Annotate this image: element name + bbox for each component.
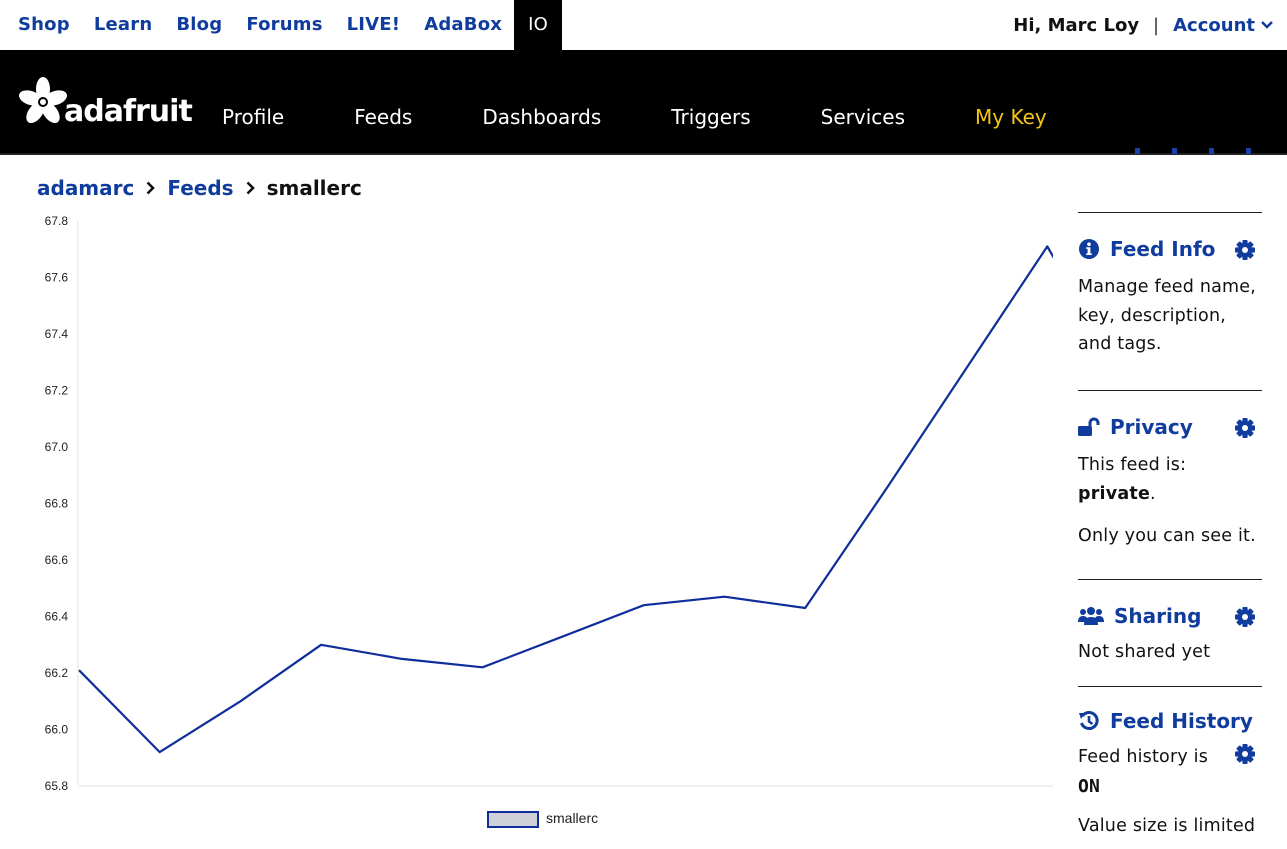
nav-item-profile[interactable]: Profile bbox=[222, 50, 284, 155]
series-line-smallerc bbox=[78, 245, 1053, 754]
top-link-adabox[interactable]: AdaBox bbox=[412, 0, 514, 50]
legend-label-smallerc: smallerc bbox=[546, 810, 598, 826]
breadcrumb-current: smallerc bbox=[266, 176, 362, 200]
privacy-status: private bbox=[1078, 483, 1151, 504]
user-area: Hi, Marc Loy | Account bbox=[1013, 0, 1273, 50]
feed-history-heading: Feed History bbox=[1078, 709, 1262, 733]
breadcrumb: adamarc Feeds smallerc bbox=[37, 176, 362, 200]
feed-history-line-1: Feed history is bbox=[1078, 747, 1209, 767]
feed-chart[interactable]: 67.8 67.6 67.4 67.2 67.0 66.8 66.6 66.4 66.2 66.0… bbox=[0, 205, 1060, 845]
feed-sidebar: Feed Info Manage feed name, key, descrip… bbox=[1078, 212, 1262, 846]
y-tick-label: 67.0 bbox=[45, 440, 69, 454]
privacy-line-2: Only you can see it. bbox=[1078, 526, 1256, 546]
privacy-gear-icon[interactable] bbox=[1234, 417, 1256, 439]
account-label: Account bbox=[1173, 14, 1255, 36]
feed-info-section: Feed Info Manage feed name, key, descrip… bbox=[1078, 212, 1262, 390]
sharing-gear-icon[interactable] bbox=[1234, 606, 1256, 628]
chevron-right-icon bbox=[146, 181, 156, 195]
nav-deco-mark bbox=[1172, 148, 1177, 154]
unlock-icon bbox=[1078, 416, 1100, 438]
nav-deco-mark bbox=[1209, 148, 1214, 154]
top-link-live[interactable]: LIVE! bbox=[335, 0, 413, 50]
y-tick-label: 67.8 bbox=[45, 214, 69, 228]
top-bar: Shop Learn Blog Forums LIVE! AdaBox IO H… bbox=[0, 0, 1287, 50]
chevron-down-icon bbox=[1261, 21, 1273, 29]
privacy-status-text: This feed is: private. bbox=[1078, 451, 1262, 508]
top-link-forums[interactable]: Forums bbox=[234, 0, 334, 50]
nav-item-dashboards[interactable]: Dashboards bbox=[482, 50, 601, 155]
feed-history-section: Feed History Feed history is ON Value si… bbox=[1078, 686, 1262, 846]
logo-text: adafruit bbox=[64, 94, 193, 129]
privacy-period: . bbox=[1150, 483, 1156, 504]
breadcrumb-user[interactable]: adamarc bbox=[37, 176, 134, 200]
nav-item-my-key[interactable]: My Key bbox=[975, 50, 1047, 155]
sharing-section: Sharing Not shared yet bbox=[1078, 579, 1262, 686]
feed-info-description: Manage feed name, key, description, and … bbox=[1078, 277, 1257, 354]
y-tick-label: 66.6 bbox=[45, 553, 69, 567]
feed-history-status: ON bbox=[1078, 775, 1101, 797]
history-icon bbox=[1078, 710, 1100, 732]
top-link-shop[interactable]: Shop bbox=[0, 0, 82, 50]
nav-items: Profile Feeds Dashboards Triggers Servic… bbox=[222, 50, 1117, 155]
sharing-description: Not shared yet bbox=[1078, 642, 1211, 662]
nav-decoration bbox=[1135, 148, 1251, 154]
privacy-title: Privacy bbox=[1110, 415, 1193, 439]
privacy-section: Privacy This feed is: private. Only you … bbox=[1078, 390, 1262, 579]
info-circle-icon bbox=[1078, 238, 1100, 260]
y-tick-label: 67.4 bbox=[45, 327, 69, 341]
nav-deco-mark bbox=[1135, 148, 1140, 154]
y-tick-label: 67.2 bbox=[45, 384, 69, 398]
legend-swatch-smallerc bbox=[487, 811, 539, 828]
y-tick-label: 66.2 bbox=[45, 666, 69, 680]
sharing-title: Sharing bbox=[1114, 604, 1202, 628]
nav-deco-mark bbox=[1246, 148, 1251, 154]
users-icon bbox=[1078, 605, 1104, 627]
main-nav: adafruit Profile Feeds Dashboards Trigge… bbox=[0, 50, 1287, 155]
feed-history-title: Feed History bbox=[1110, 709, 1253, 733]
flower-logo-icon bbox=[19, 76, 67, 123]
user-separator: | bbox=[1153, 14, 1160, 36]
feed-info-title: Feed Info bbox=[1110, 237, 1216, 261]
y-tick-label: 66.4 bbox=[45, 610, 69, 624]
top-link-learn[interactable]: Learn bbox=[82, 0, 165, 50]
account-menu-button[interactable]: Account bbox=[1173, 15, 1273, 36]
chevron-right-icon bbox=[246, 181, 255, 195]
y-tick-label: 65.8 bbox=[45, 779, 69, 793]
nav-item-triggers[interactable]: Triggers bbox=[671, 50, 750, 155]
privacy-line-1: This feed is: bbox=[1078, 455, 1187, 475]
feed-history-line-2: Value size is limited bbox=[1078, 815, 1256, 836]
top-links: Shop Learn Blog Forums LIVE! AdaBox IO bbox=[0, 0, 562, 50]
nav-item-services[interactable]: Services bbox=[821, 50, 905, 155]
top-link-io[interactable]: IO bbox=[514, 0, 562, 50]
nav-item-feeds[interactable]: Feeds bbox=[354, 50, 412, 155]
y-tick-label: 66.0 bbox=[45, 723, 69, 737]
y-tick-label: 67.6 bbox=[45, 271, 69, 285]
chart-svg: 67.8 67.6 67.4 67.2 67.0 66.8 66.6 66.4 66.2 66.0… bbox=[45, 214, 1053, 828]
adafruit-logo[interactable]: adafruit bbox=[18, 74, 193, 129]
breadcrumb-feeds[interactable]: Feeds bbox=[167, 176, 233, 200]
feed-history-gear-icon[interactable] bbox=[1234, 743, 1256, 765]
feed-info-gear-icon[interactable] bbox=[1234, 239, 1256, 261]
top-link-blog[interactable]: Blog bbox=[164, 0, 234, 50]
user-greeting: Hi, Marc Loy bbox=[1013, 14, 1140, 36]
y-tick-label: 66.8 bbox=[45, 497, 69, 511]
